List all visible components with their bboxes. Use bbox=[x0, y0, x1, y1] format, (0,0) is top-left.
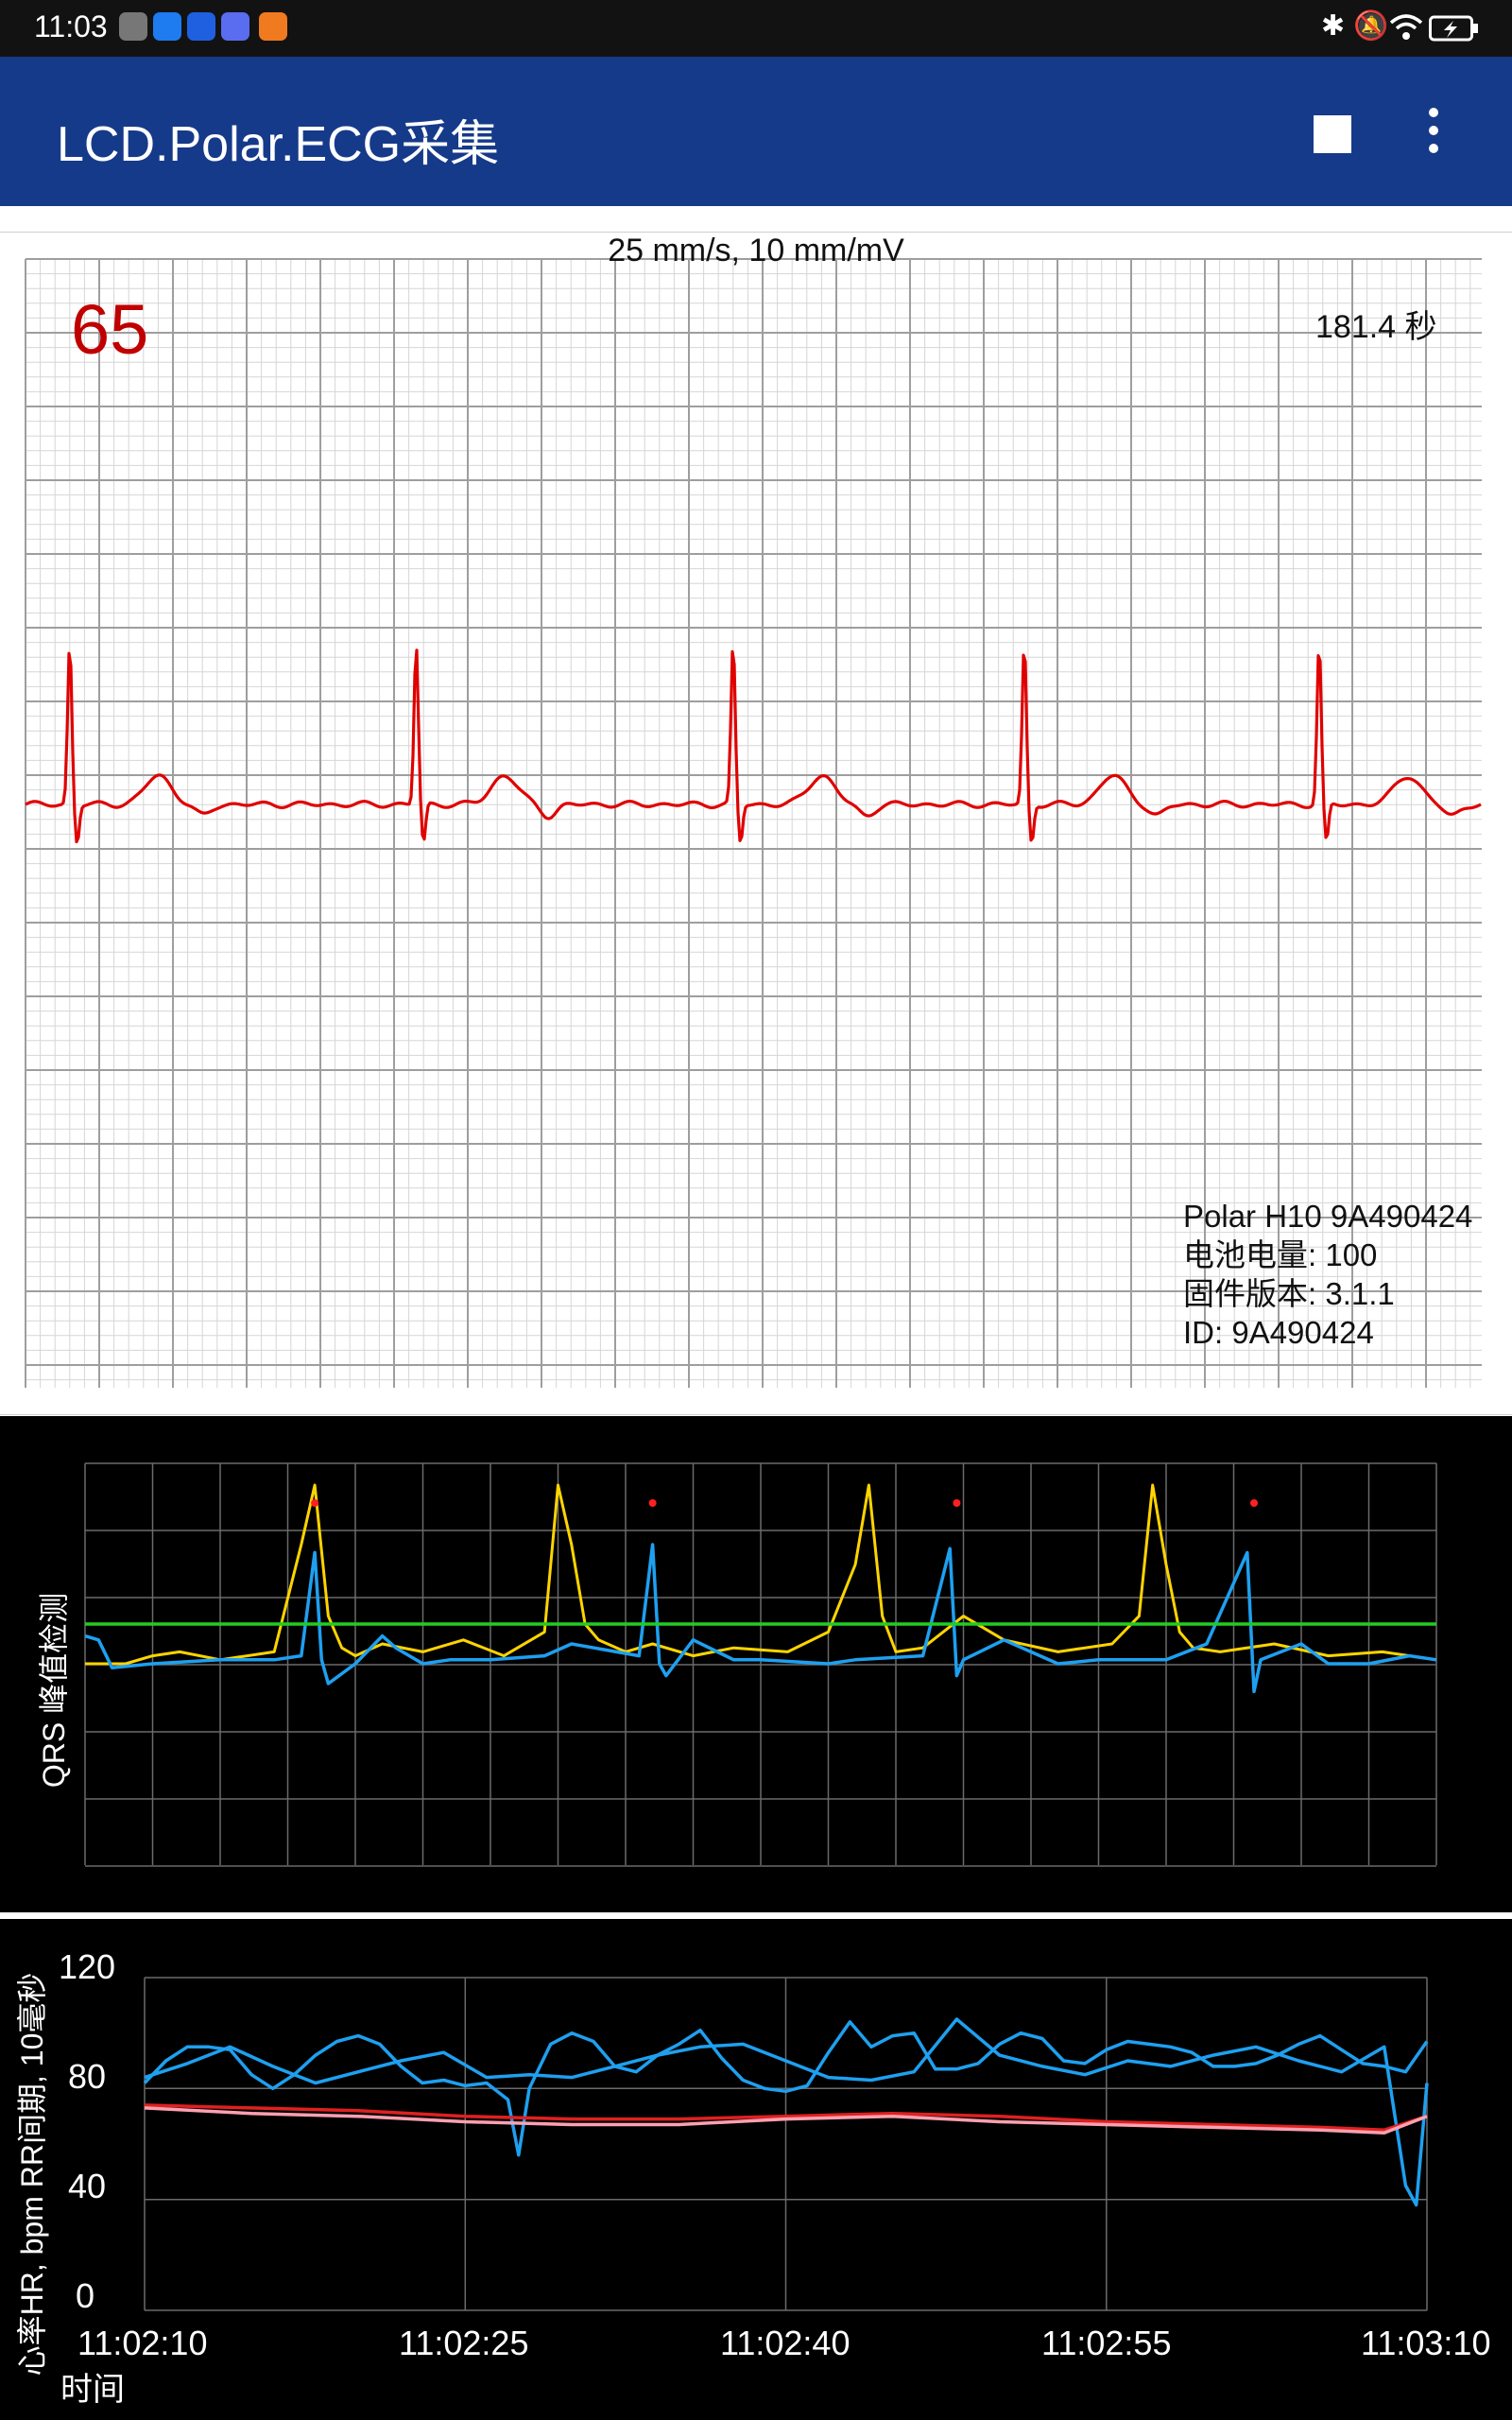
qrs-ylabel: QRS 峰值检测 bbox=[37, 1592, 71, 1789]
qrs-peak-marker bbox=[311, 1499, 319, 1507]
y-tick-label: 0 bbox=[76, 2276, 95, 2315]
browser-icon bbox=[153, 12, 181, 41]
x-tick-label: 11:02:40 bbox=[720, 2324, 850, 2362]
x-tick-label: 11:03:10 bbox=[1361, 2324, 1491, 2362]
battery-charging-icon bbox=[1429, 15, 1478, 42]
qrs-chart bbox=[84, 1462, 1437, 1867]
app-bar: LCD.Polar.ECG采集 bbox=[0, 57, 1512, 206]
x-tick-label: 11:02:25 bbox=[399, 2324, 529, 2362]
device-id: ID: 9A490424 bbox=[1183, 1315, 1374, 1350]
mute-icon: 🔕 bbox=[1353, 10, 1389, 42]
qrs-peak-marker bbox=[648, 1499, 657, 1507]
qrs-peak-marker bbox=[1250, 1499, 1258, 1507]
y-tick-label: 120 bbox=[59, 1947, 116, 1986]
y-tick-label: 40 bbox=[68, 2167, 107, 2205]
speed-label: 25 mm/s, 10 mm/mV bbox=[608, 233, 904, 268]
more-vert-icon[interactable] bbox=[1427, 108, 1440, 161]
firmware-version: 固件版本: 3.1.1 bbox=[1183, 1276, 1395, 1311]
battery-level: 电池电量: 100 bbox=[1183, 1237, 1378, 1272]
hr-rr-panel: 心率HR, bpm RR间期, 10毫秒 120 80 40 0 11:02:1… bbox=[0, 1919, 1512, 2420]
stop-icon[interactable] bbox=[1314, 115, 1351, 153]
status-time: 11:03 bbox=[34, 9, 108, 43]
y-tick-label: 80 bbox=[68, 2057, 107, 2096]
music-icon bbox=[221, 12, 249, 41]
qrs-peak-marker bbox=[953, 1499, 961, 1507]
hr-ylabel: 心率HR, bpm RR间期, 10毫秒 bbox=[15, 1972, 49, 2377]
app-title: LCD.Polar.ECG采集 bbox=[57, 117, 500, 172]
video-icon bbox=[259, 12, 287, 41]
bulb-icon bbox=[187, 12, 215, 41]
wifi-icon bbox=[1389, 14, 1423, 40]
x-tick-label: 11:02:10 bbox=[77, 2324, 208, 2362]
heart-rate-value: 65 bbox=[71, 290, 149, 369]
qrs-grid-lines bbox=[84, 1462, 1437, 1867]
device-name: Polar H10 9A490424 bbox=[1183, 1199, 1473, 1234]
hm-icon bbox=[119, 12, 147, 41]
ecg-panel: 25 mm/s, 10 mm/mV 65 181.4 秒 Polar H10 9… bbox=[0, 232, 1512, 1415]
elapsed-time: 181.4 秒 bbox=[1315, 309, 1437, 345]
x-tick-label: 11:02:55 bbox=[1041, 2324, 1172, 2362]
qrs-panel: QRS 峰值检测 bbox=[0, 1416, 1512, 1912]
device-info: Polar H10 9A490424 电池电量: 100 固件版本: 3.1.1… bbox=[1183, 1197, 1472, 1352]
status-bar: 11:03 ✱ 🔕 bbox=[0, 0, 1512, 57]
hr-grid-lines bbox=[144, 1977, 1428, 2311]
bluetooth-icon: ✱ bbox=[1321, 10, 1346, 42]
x-axis-title: 时间 bbox=[60, 2372, 125, 2408]
